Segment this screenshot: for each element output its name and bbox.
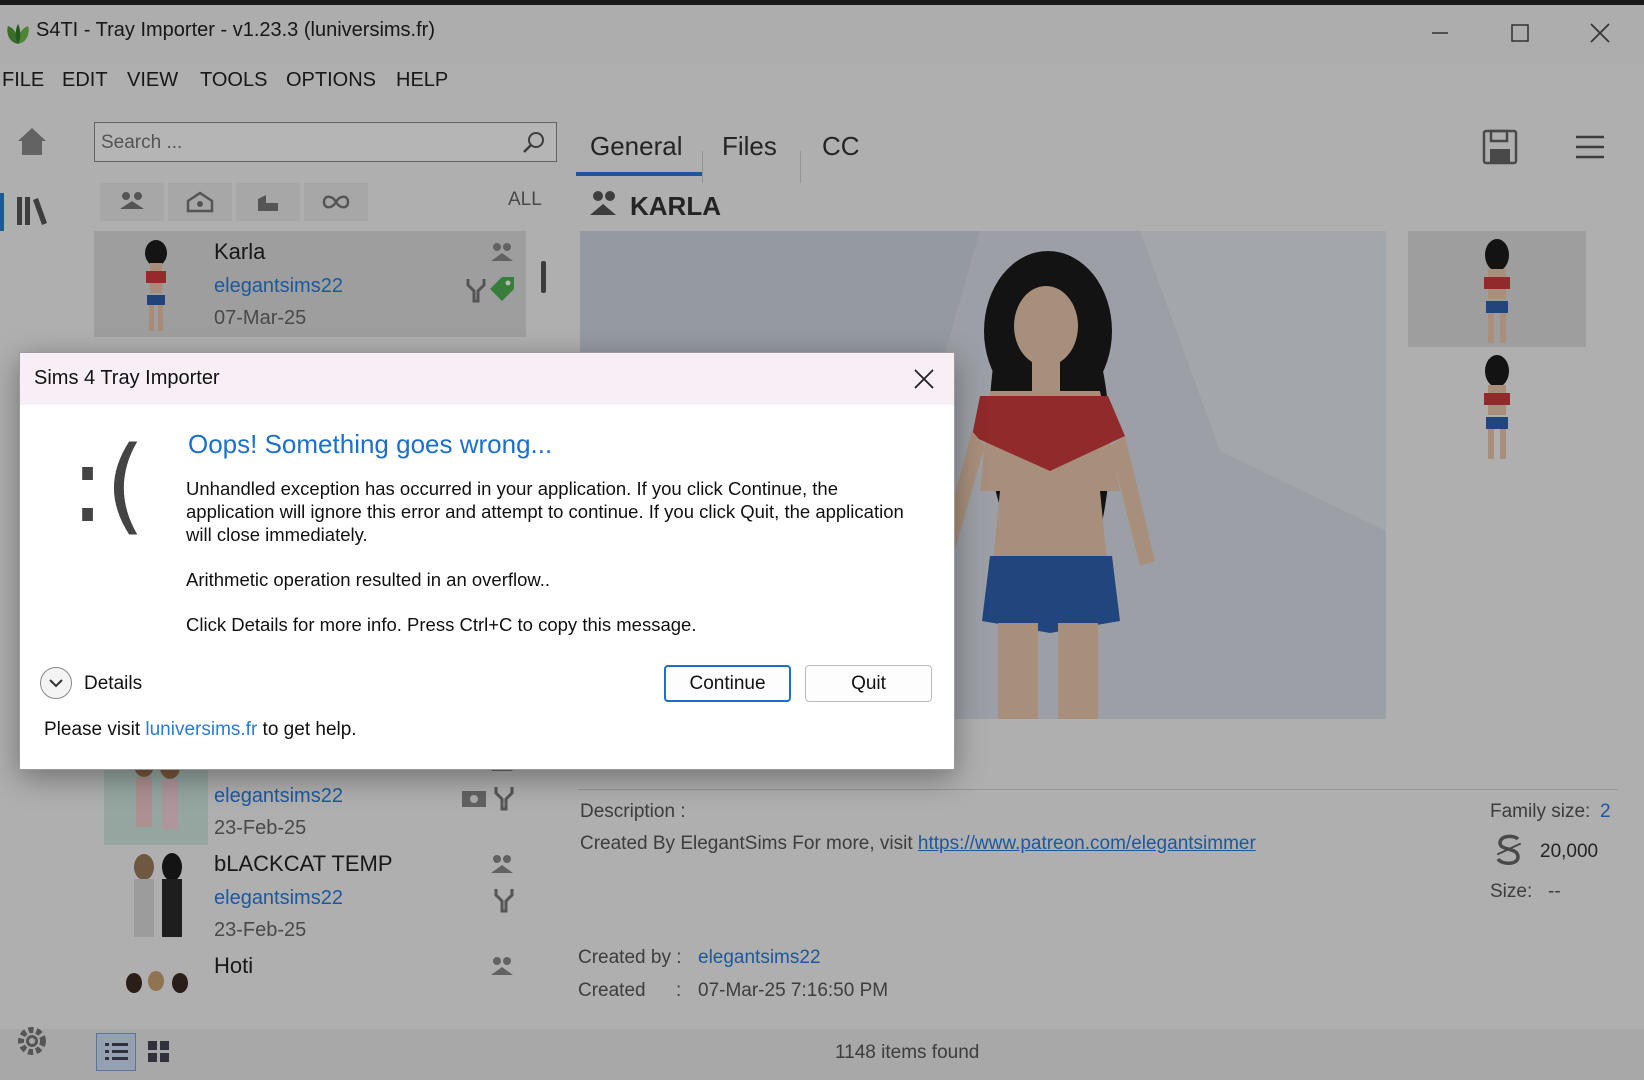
continue-button[interactable]: Continue (664, 665, 791, 702)
dialog-hint: Click Details for more info. Press Ctrl+… (186, 614, 697, 635)
dialog-title: Sims 4 Tray Importer (34, 367, 220, 389)
help-link[interactable]: luniversims.fr (145, 719, 257, 740)
details-toggle[interactable]: Details (40, 665, 180, 701)
quit-button[interactable]: Quit (805, 665, 932, 702)
chevron-down-icon (49, 679, 63, 688)
error-dialog: Sims 4 Tray Importer :( Oops! Something … (19, 352, 955, 770)
dialog-title-bar: Sims 4 Tray Importer (20, 353, 954, 405)
dialog-message: Unhandled exception has occurred in your… (186, 478, 904, 545)
close-icon[interactable] (908, 363, 940, 395)
details-expander[interactable] (40, 667, 72, 699)
dialog-heading: Oops! Something goes wrong... (188, 429, 553, 459)
help-prefix: Please visit (44, 719, 146, 740)
sad-face-icon: :( (70, 424, 146, 546)
help-text: Please visit luniversims.fr to get help. (44, 719, 357, 741)
details-label: Details (84, 673, 143, 694)
help-suffix: to get help. (257, 719, 357, 740)
error-text: Arithmetic operation resulted in an over… (186, 569, 551, 590)
